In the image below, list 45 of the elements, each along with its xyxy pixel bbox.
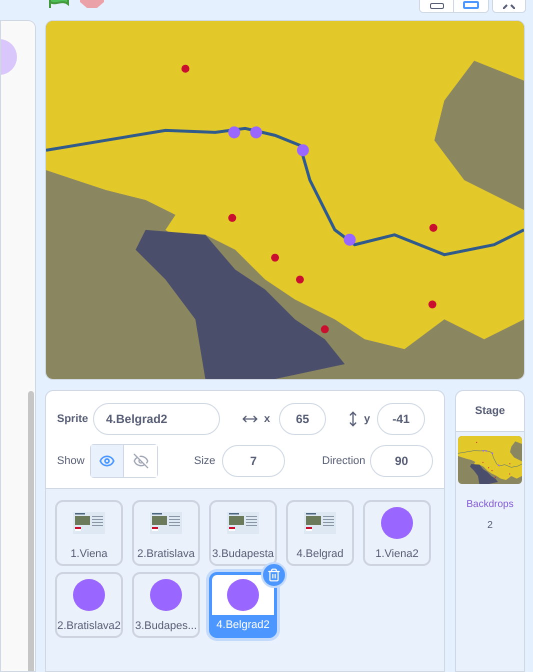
sprite-name-field[interactable]: 4.Belgrad2 <box>93 403 220 435</box>
stage-pane[interactable]: Stage Backdrops 2 <box>455 390 525 672</box>
sprite-tile[interactable]: 2.Bratislava2 <box>55 572 123 638</box>
sprite-name: 3.Budapes... <box>134 619 198 634</box>
y-field[interactable]: -41 <box>377 403 425 435</box>
x-label: x <box>264 412 272 427</box>
eye-off-icon <box>132 453 148 469</box>
show-button[interactable] <box>91 445 124 477</box>
eye-icon <box>99 453 115 469</box>
backdrops-label: Backdrops <box>466 498 514 512</box>
sprite-label: Sprite <box>57 412 90 427</box>
slide-thumbnail <box>150 512 182 534</box>
sprite-tile[interactable]: 3.Budapesta <box>209 500 277 566</box>
sprite-name: 2.Bratislava2 <box>57 619 121 634</box>
sprite-tile[interactable]: 2.Bratislava <box>132 500 200 566</box>
sprite-name: 3.Budapesta <box>211 547 275 562</box>
fullscreen-icon <box>503 3 515 9</box>
x-field[interactable]: 65 <box>279 403 326 435</box>
sprite-name: 4.Belgrad <box>295 547 345 562</box>
y-label: y <box>364 412 372 427</box>
sprite-tile[interactable]: 4.Belgrad2 <box>209 572 277 638</box>
sprite-tile[interactable]: 4.Belgrad <box>286 500 354 566</box>
code-area[interactable] <box>0 20 36 672</box>
sprite-name: 2.Bratislava <box>136 547 196 562</box>
sprite-tile[interactable]: 1.Viena <box>55 500 123 566</box>
sprite-name: 4.Belgrad2 <box>212 615 274 635</box>
sprite-tile[interactable]: 3.Budapes... <box>132 572 200 638</box>
backdrops-count: 2 <box>487 519 493 533</box>
trash-icon <box>267 568 281 582</box>
sprite-tile[interactable]: 1.Viena2 <box>363 500 431 566</box>
sprite-name: 1.Viena <box>69 547 109 562</box>
sprite-name: 1.Viena2 <box>374 547 420 562</box>
show-label: Show <box>57 454 86 469</box>
scrollbar[interactable] <box>28 391 34 671</box>
slide-thumbnail <box>73 512 105 534</box>
fullscreen-button[interactable] <box>492 0 526 13</box>
map-thumbnail <box>458 436 522 484</box>
stage-title: Stage <box>456 391 524 432</box>
direction-field[interactable]: 90 <box>370 445 433 477</box>
slide-thumbnail <box>304 512 336 534</box>
delete-button[interactable] <box>261 562 287 588</box>
slide-thumbnail <box>227 512 259 534</box>
size-field[interactable]: 7 <box>222 445 285 477</box>
size-label: Size <box>194 454 216 469</box>
direction-label: Direction <box>322 454 366 469</box>
